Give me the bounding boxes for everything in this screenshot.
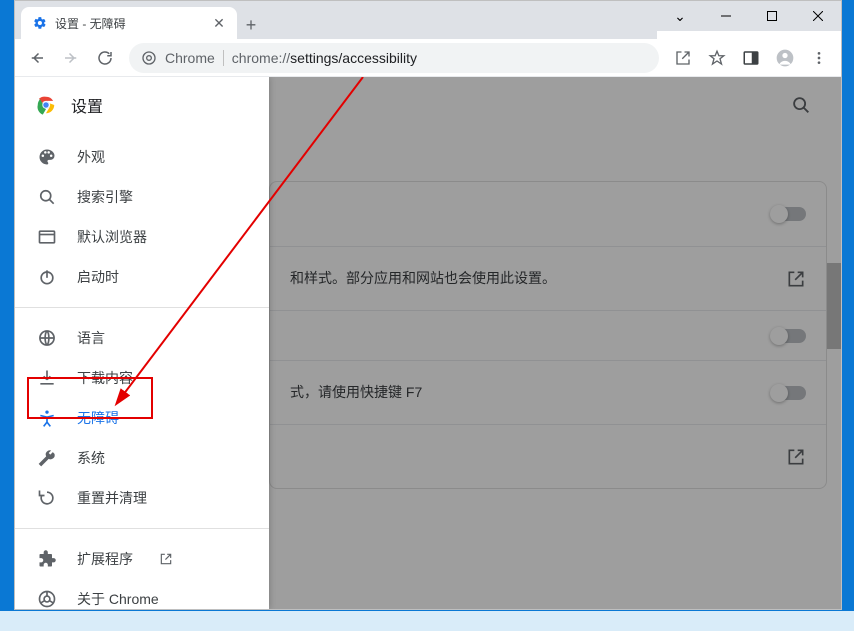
titlebar: 设置 - 无障碍 ✕ + ⌄ [15, 1, 841, 39]
sidebar-title: 设置 [71, 93, 103, 117]
sidebar-separator [15, 307, 269, 308]
sidebar-item-downloads[interactable]: 下载内容 [15, 358, 259, 398]
chrome-small-icon [141, 50, 157, 66]
sidebar-item-accessibility[interactable]: 无障碍 [15, 398, 259, 438]
profile-icon[interactable] [769, 42, 801, 74]
download-icon [37, 368, 57, 388]
main-pane: 和样式。部分应用和网站也会使用此设置。 式，请使用快捷键 F7 [269, 77, 841, 609]
palette-icon [37, 147, 57, 167]
chrome-logo-icon [35, 94, 57, 116]
restore-icon [37, 488, 57, 508]
omnibox-url: chrome://settings/accessibility [232, 50, 417, 66]
tabstrip: 设置 - 无障碍 ✕ + [15, 1, 657, 39]
sidebar-item-extensions[interactable]: 扩展程序 [15, 539, 259, 579]
bookmark-icon[interactable] [701, 42, 733, 74]
chevron-down-icon[interactable]: ⌄ [657, 1, 703, 31]
wrench-icon [37, 448, 57, 468]
sidebar-item-reset[interactable]: 重置并清理 [15, 478, 259, 518]
window-close[interactable] [795, 1, 841, 31]
sidebar-item-label: 搜索引擎 [77, 187, 133, 207]
search-icon [37, 187, 57, 207]
site-info[interactable]: Chrome [141, 50, 224, 66]
sidebar-item-label: 下载内容 [77, 368, 133, 388]
sidebar-item-label: 语言 [77, 328, 105, 348]
browser-icon [37, 227, 57, 247]
sidebar-item-label: 关于 Chrome [77, 589, 159, 609]
sidebar-item-label: 无障碍 [77, 408, 119, 428]
gear-icon [33, 16, 47, 30]
sidebar-item-label: 外观 [77, 147, 105, 167]
settings-sidebar: 设置 外观 搜索引擎 [15, 77, 269, 609]
omnibox-scheme: Chrome [165, 50, 215, 66]
browser-tab[interactable]: 设置 - 无障碍 ✕ [21, 7, 237, 39]
sidebar-item-default-browser[interactable]: 默认浏览器 [15, 217, 259, 257]
sidebar-item-appearance[interactable]: 外观 [15, 137, 259, 177]
menu-icon[interactable] [803, 42, 835, 74]
address-bar[interactable]: Chrome chrome://settings/accessibility [129, 43, 659, 73]
sidebar-item-label: 系统 [77, 448, 105, 468]
globe-icon [37, 328, 57, 348]
back-button[interactable] [21, 42, 53, 74]
sidebar-item-label: 重置并清理 [77, 488, 147, 508]
tab-close-icon[interactable]: ✕ [211, 15, 227, 31]
sidebar-item-system[interactable]: 系统 [15, 438, 259, 478]
sidebar-item-label: 默认浏览器 [77, 227, 147, 247]
sidebar-item-label: 启动时 [77, 267, 119, 287]
sidebar-item-label: 扩展程序 [77, 549, 133, 569]
forward-button [55, 42, 87, 74]
modal-overlay[interactable] [269, 77, 841, 609]
toolbar: Chrome chrome://settings/accessibility [15, 39, 841, 77]
sidebar-item-languages[interactable]: 语言 [15, 318, 259, 358]
power-icon [37, 267, 57, 287]
window-maximize[interactable] [749, 1, 795, 31]
new-tab-button[interactable]: + [237, 11, 265, 39]
omnibox-divider [223, 50, 224, 66]
sidebar-item-search-engine[interactable]: 搜索引擎 [15, 177, 259, 217]
reload-button[interactable] [89, 42, 121, 74]
window-controls: ⌄ [657, 1, 841, 31]
accessibility-icon [37, 408, 57, 428]
sidebar-separator [15, 528, 269, 529]
sidebar-header: 设置 [15, 77, 269, 133]
windows-taskbar[interactable] [0, 611, 854, 631]
chrome-icon [37, 589, 57, 609]
tab-title: 设置 - 无障碍 [55, 15, 126, 32]
open-external-icon [159, 552, 173, 566]
sidebar-item-about[interactable]: 关于 Chrome [15, 579, 259, 609]
sidepanel-icon[interactable] [735, 42, 767, 74]
window-minimize[interactable] [703, 1, 749, 31]
extension-icon [37, 549, 57, 569]
share-icon[interactable] [667, 42, 699, 74]
sidebar-item-startup[interactable]: 启动时 [15, 257, 259, 297]
